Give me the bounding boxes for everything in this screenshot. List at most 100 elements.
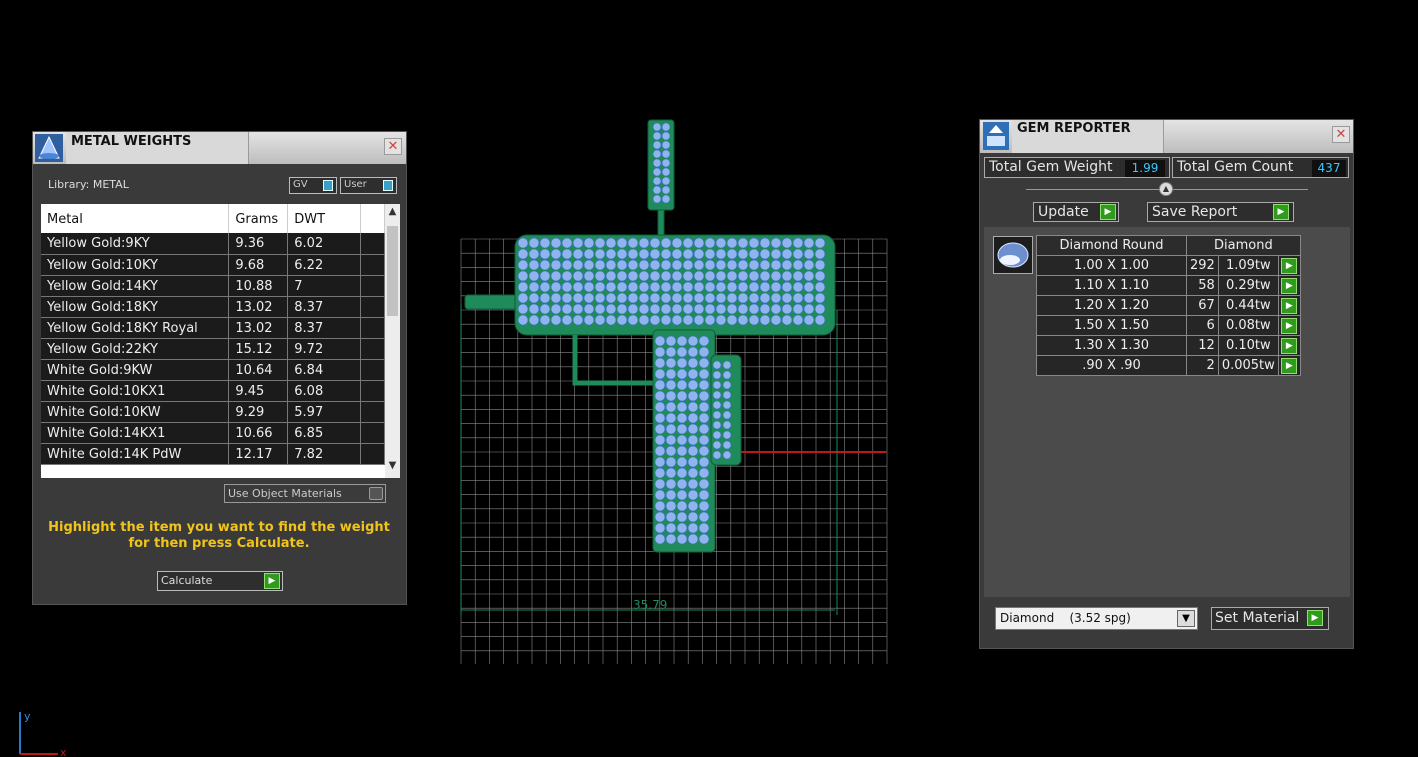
- table-row[interactable]: Yellow Gold:10KY 9.68 6.22: [41, 254, 385, 276]
- gem-stone: [654, 412, 666, 424]
- gem-stone: [792, 314, 804, 326]
- gem-stone: [627, 292, 639, 304]
- gem-stone: [528, 303, 540, 315]
- gem-stone: [737, 237, 749, 249]
- collapse-handle-icon[interactable]: ▲: [1159, 182, 1173, 196]
- dwt-cell: 8.37: [287, 296, 362, 318]
- gem-stone: [671, 259, 683, 271]
- gem-stone: [665, 456, 677, 468]
- gem-stone: [698, 423, 710, 435]
- uzi-pendant-model: [464, 119, 836, 553]
- table-row[interactable]: White Gold:14K PdW 12.17 7.82: [41, 443, 385, 465]
- gem-row[interactable]: .90 X .90 2 0.005tw ▶: [1036, 355, 1301, 376]
- gem-row-action[interactable]: ▶: [1277, 275, 1301, 296]
- gem-stone: [698, 445, 710, 457]
- gem-stone: [676, 489, 688, 501]
- gem-stone: [759, 270, 771, 282]
- gem-stone: [676, 346, 688, 358]
- gem-row[interactable]: 1.20 X 1.20 67 0.44tw ▶: [1036, 295, 1301, 316]
- material-select[interactable]: Diamond (3.52 spg) ▼: [995, 607, 1198, 630]
- user-toggle[interactable]: User: [340, 177, 397, 194]
- gem-row[interactable]: 1.30 X 1.30 12 0.10tw ▶: [1036, 335, 1301, 356]
- gem-row[interactable]: 1.00 X 1.00 292 1.09tw ▶: [1036, 255, 1301, 276]
- column-header-metal[interactable]: Metal: [41, 204, 230, 233]
- gem-stone: [682, 281, 694, 293]
- pendant-bail: [647, 119, 675, 211]
- gem-stone: [770, 281, 782, 293]
- scroll-up-icon[interactable]: ▲: [386, 206, 399, 220]
- table-row[interactable]: Yellow Gold:14KY 10.88 7: [41, 275, 385, 297]
- table-row[interactable]: Yellow Gold:18KY Royal 13.02 8.37: [41, 317, 385, 339]
- scroll-down-icon[interactable]: ▼: [386, 460, 399, 474]
- table-row[interactable]: White Gold:10KW 9.29 5.97: [41, 401, 385, 423]
- gem-stone: [638, 237, 650, 249]
- use-object-materials-toggle[interactable]: Use Object Materials: [224, 484, 386, 503]
- gem-row-action[interactable]: ▶: [1277, 295, 1301, 316]
- table-row[interactable]: White Gold:14KX1 10.66 6.85: [41, 422, 385, 444]
- gem-reporter-title: GEM REPORTER: [1012, 120, 1164, 153]
- gem-count-cell: 58: [1186, 275, 1219, 296]
- grams-cell: 10.64: [228, 359, 289, 381]
- gem-stone: [759, 303, 771, 315]
- gem-stone: [665, 379, 677, 391]
- gem-stone: [814, 248, 826, 260]
- gem-size-cell: 1.20 X 1.20: [1036, 295, 1187, 316]
- gem-row[interactable]: 1.50 X 1.50 6 0.08tw ▶: [1036, 315, 1301, 336]
- scrollbar-thumb[interactable]: [387, 226, 398, 316]
- save-report-button[interactable]: Save Report ▶: [1147, 202, 1294, 222]
- gem-stone: [676, 412, 688, 424]
- round-diamond-icon[interactable]: [993, 236, 1033, 274]
- close-icon[interactable]: ✕: [384, 138, 402, 155]
- gem-stone: [814, 270, 826, 282]
- gem-stone: [652, 185, 662, 195]
- gem-stone: [693, 270, 705, 282]
- gem-stone: [759, 292, 771, 304]
- gem-stone: [627, 314, 639, 326]
- gem-row-action[interactable]: ▶: [1277, 335, 1301, 356]
- table-row[interactable]: Yellow Gold:18KY 13.02 8.37: [41, 296, 385, 318]
- gem-stone: [715, 292, 727, 304]
- set-material-button[interactable]: Set Material ▶: [1211, 607, 1329, 630]
- gem-stone: [803, 292, 815, 304]
- gem-stone: [698, 401, 710, 413]
- chevron-down-icon[interactable]: ▼: [1177, 610, 1195, 627]
- gem-stone: [687, 511, 699, 523]
- gem-stone: [737, 292, 749, 304]
- gem-stone: [687, 390, 699, 402]
- row-spacer-cell: [360, 359, 385, 381]
- gem-stone: [660, 303, 672, 315]
- gem-row-action[interactable]: ▶: [1277, 315, 1301, 336]
- gem-stone: [748, 292, 760, 304]
- gem-stone: [661, 131, 671, 141]
- gem-row[interactable]: 1.10 X 1.10 58 0.29tw ▶: [1036, 275, 1301, 296]
- table-row[interactable]: White Gold:10KX1 9.45 6.08: [41, 380, 385, 402]
- gem-stone: [561, 248, 573, 260]
- table-row[interactable]: Yellow Gold:22KY 15.12 9.72: [41, 338, 385, 360]
- gem-stone: [583, 303, 595, 315]
- gem-reporter-app-icon: [983, 122, 1009, 150]
- gem-stone: [638, 248, 650, 260]
- table-row[interactable]: Yellow Gold:9KY 9.36 6.02: [41, 233, 385, 255]
- gem-row-action[interactable]: ▶: [1277, 355, 1301, 376]
- gem-stone: [654, 368, 666, 380]
- column-header-dwt[interactable]: DWT: [287, 204, 362, 233]
- table-scrollbar[interactable]: ▲ ▼: [385, 204, 400, 478]
- calculate-button[interactable]: Calculate ▶: [157, 571, 283, 591]
- close-icon[interactable]: ✕: [1332, 126, 1350, 143]
- gem-stone: [517, 259, 529, 271]
- dimension-annotation: [460, 305, 838, 615]
- column-header-grams[interactable]: Grams: [228, 204, 289, 233]
- gem-stone: [803, 248, 815, 260]
- play-icon: ▶: [1281, 338, 1298, 354]
- gem-stone: [594, 259, 606, 271]
- viewport-canvas[interactable]: 35.79: [455, 115, 895, 675]
- update-button[interactable]: Update ▶: [1033, 202, 1119, 222]
- table-row[interactable]: White Gold:9KW 10.64 6.84: [41, 359, 385, 381]
- gv-toggle[interactable]: GV: [289, 177, 337, 194]
- gem-stone: [671, 237, 683, 249]
- gem-row-action[interactable]: ▶: [1277, 255, 1301, 276]
- gem-stone: [605, 314, 617, 326]
- gem-size-cell: 1.30 X 1.30: [1036, 335, 1187, 356]
- gem-stone: [550, 314, 562, 326]
- gem-stone: [517, 292, 529, 304]
